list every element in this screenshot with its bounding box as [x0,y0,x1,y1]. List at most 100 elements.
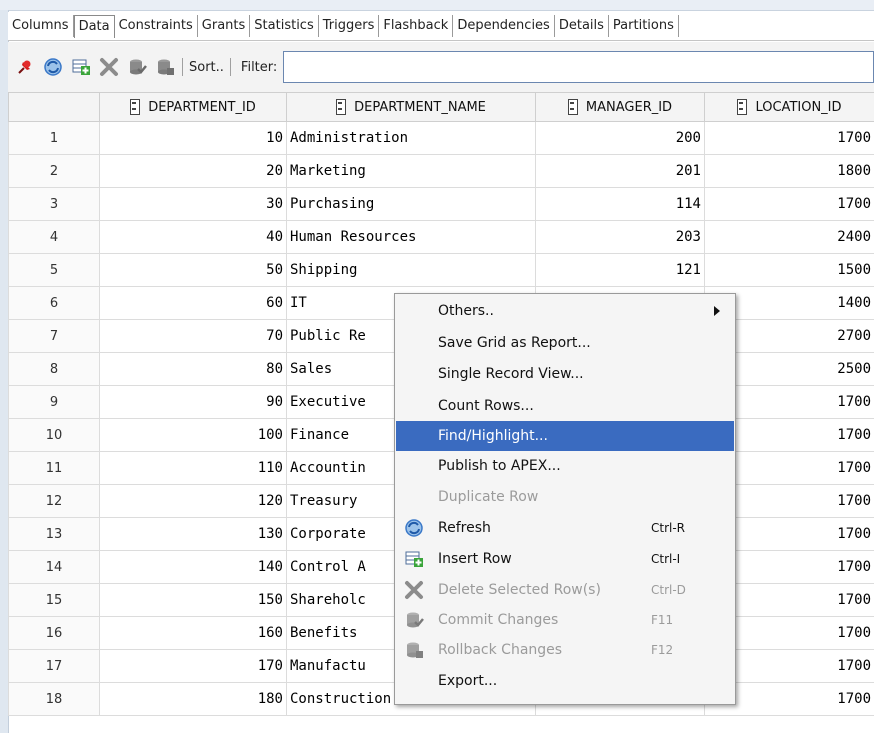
cell-location-id[interactable]: 1800 [704,154,874,188]
tab-dependencies[interactable]: Dependencies [453,15,555,37]
cell-department-id[interactable]: 40 [99,220,287,254]
cell-department-id[interactable]: 70 [99,319,287,353]
cell-department-id[interactable]: 90 [99,385,287,419]
tab-details[interactable]: Details [555,15,609,37]
sort-icon[interactable] [567,99,578,115]
menu-item-duplicate-row[interactable]: Duplicate Row [396,482,734,512]
cell-department-id[interactable]: 20 [99,154,287,188]
row-number: 11 [8,451,100,485]
column-header-location-id[interactable]: LOCATION_ID [704,92,874,122]
insert-row-icon[interactable] [70,56,92,78]
menu-item-export[interactable]: Export... [396,666,734,696]
column-header-label: DEPARTMENT_ID [148,99,256,115]
menu-item-label: Count Rows... [438,398,534,414]
menu-item-label: Commit Changes [438,612,559,628]
row-number: 16 [8,616,100,650]
refresh-icon[interactable] [42,56,64,78]
grid-header-row: DEPARTMENT_ID DEPARTMENT_NAME MANAGER_ID… [8,92,874,122]
menu-item-refresh[interactable]: Refresh Ctrl-R [396,513,734,543]
cell-location-id[interactable]: 2400 [704,220,874,254]
tab-flashback[interactable]: Flashback [379,15,454,37]
menu-item-insert-row[interactable]: Insert Row Ctrl-I [396,544,734,574]
column-header-label: LOCATION_ID [755,99,842,115]
cell-department-id[interactable]: 50 [99,253,287,287]
table-row[interactable]: 1 10 Administration 200 1700 [8,121,874,155]
cell-department-id[interactable]: 30 [99,187,287,221]
cell-department-name[interactable]: Shipping [286,253,536,287]
cell-department-name[interactable]: Marketing [286,154,536,188]
cell-location-id[interactable]: 1700 [704,121,874,155]
sort-icon[interactable] [130,99,141,115]
tab-statistics[interactable]: Statistics [250,15,319,37]
row-number: 13 [8,517,100,551]
menu-item-commit-changes[interactable]: Commit Changes F11 [396,605,734,635]
row-number: 18 [8,682,100,716]
menu-item-single-record-view[interactable]: Single Record View... [396,359,734,389]
commit-icon[interactable] [126,56,148,78]
cell-department-id[interactable]: 120 [99,484,287,518]
cell-manager-id[interactable]: 114 [535,187,705,221]
row-number: 9 [8,385,100,419]
cell-location-id[interactable]: 1700 [704,187,874,221]
cell-department-id[interactable]: 160 [99,616,287,650]
tab-partitions[interactable]: Partitions [609,15,679,37]
pin-icon[interactable] [14,56,36,78]
menu-item-rollback-changes[interactable]: Rollback Changes F12 [396,635,734,665]
tab-columns[interactable]: Columns [8,15,74,37]
cell-department-id[interactable]: 130 [99,517,287,551]
menu-item-shortcut: F11 [651,613,674,627]
menu-item-count-rows[interactable]: Count Rows... [396,391,734,421]
menu-item-delete-selected-rows[interactable]: Delete Selected Row(s) Ctrl-D [396,575,734,605]
cell-department-id[interactable]: 10 [99,121,287,155]
table-row[interactable]: 5 50 Shipping 121 1500 [8,253,874,287]
sort-icon[interactable] [336,99,347,115]
cell-manager-id[interactable]: 203 [535,220,705,254]
window-top-strip [0,0,874,11]
cell-location-id[interactable]: 1500 [704,253,874,287]
cell-department-name[interactable]: Purchasing [286,187,536,221]
column-header-department-name[interactable]: DEPARTMENT_NAME [286,92,536,122]
cell-department-name[interactable]: Administration [286,121,536,155]
cell-department-name[interactable]: Human Resources [286,220,536,254]
menu-item-find-highlight[interactable]: Find/Highlight... [396,421,734,451]
menu-item-others[interactable]: Others.. [396,296,734,326]
tab-constraints[interactable]: Constraints [115,15,198,37]
row-number: 14 [8,550,100,584]
cell-department-id[interactable]: 150 [99,583,287,617]
menu-item-shortcut: Ctrl-R [651,521,686,535]
cell-department-id[interactable]: 80 [99,352,287,386]
column-header-label: MANAGER_ID [585,99,673,115]
menu-item-label: Export... [438,673,498,689]
grid-toolbar: Sort.. Filter: [8,42,874,93]
cell-manager-id[interactable]: 200 [535,121,705,155]
cell-manager-id[interactable]: 201 [535,154,705,188]
cell-department-id[interactable]: 140 [99,550,287,584]
tab-grants[interactable]: Grants [198,15,251,37]
cell-department-id[interactable]: 180 [99,682,287,716]
menu-item-save-grid-as-report[interactable]: Save Grid as Report... [396,328,734,358]
context-menu: Others.. Save Grid as Report... Single R… [394,293,736,705]
cell-department-id[interactable]: 110 [99,451,287,485]
menu-item-label: Save Grid as Report... [438,335,591,351]
sort-button[interactable]: Sort.. [189,60,224,75]
menu-item-label: Duplicate Row [438,489,539,505]
cell-department-id[interactable]: 170 [99,649,287,683]
sort-icon[interactable] [737,99,748,115]
rollback-icon [403,639,425,661]
cell-department-id[interactable]: 100 [99,418,287,452]
tab-data[interactable]: Data [73,14,115,38]
row-number: 6 [8,286,100,320]
table-row[interactable]: 4 40 Human Resources 203 2400 [8,220,874,254]
column-header-department-id[interactable]: DEPARTMENT_ID [99,92,287,122]
rollback-icon[interactable] [154,56,176,78]
table-row[interactable]: 3 30 Purchasing 114 1700 [8,187,874,221]
filter-input[interactable] [283,51,874,83]
delete-icon[interactable] [98,56,120,78]
cell-manager-id[interactable]: 121 [535,253,705,287]
menu-item-label: Insert Row [438,551,512,567]
column-header-manager-id[interactable]: MANAGER_ID [535,92,705,122]
menu-item-publish-to-apex[interactable]: Publish to APEX... [396,451,734,481]
table-row[interactable]: 2 20 Marketing 201 1800 [8,154,874,188]
cell-department-id[interactable]: 60 [99,286,287,320]
tab-triggers[interactable]: Triggers [319,15,380,37]
